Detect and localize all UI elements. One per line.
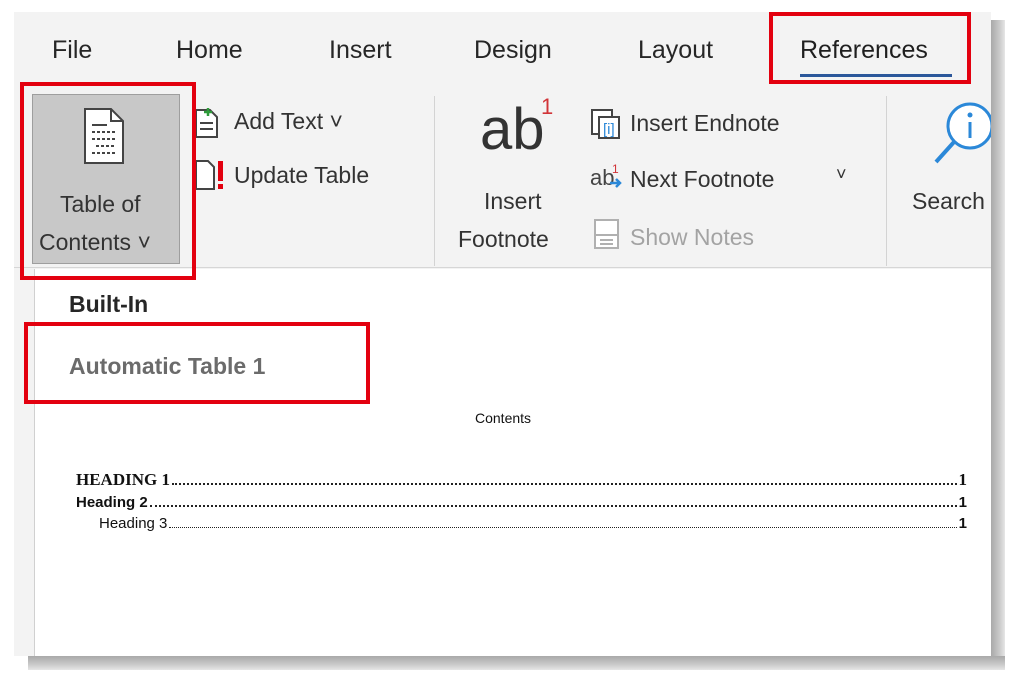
show-notes-button: Show Notes xyxy=(630,224,755,250)
toc-preview-heading: Contents xyxy=(475,410,532,426)
insert-footnote-line1[interactable]: Insert xyxy=(484,188,542,215)
svg-text:1: 1 xyxy=(612,162,619,176)
automatic-table-highlight xyxy=(24,322,370,404)
toc-entry-text: Heading 2 xyxy=(76,494,148,511)
toc-entry-page: 1 xyxy=(958,515,967,532)
word-window: File Home Insert Design Layout Reference… xyxy=(14,12,991,656)
footnote-superscript-icon: 1 xyxy=(541,94,554,119)
next-footnote-icon: ab 1 xyxy=(590,162,622,190)
ribbon-group-separator xyxy=(434,96,435,266)
toc-preview-entry[interactable]: HEADING 1 1 xyxy=(76,470,967,490)
toc-preview-entry[interactable]: Heading 2 1 xyxy=(76,494,967,511)
toc-entry-page: 1 xyxy=(958,470,968,489)
toc-entry-text: Heading 3 xyxy=(99,515,168,532)
window-shadow-bottom xyxy=(28,656,1005,670)
toc-entry-text: HEADING 1 xyxy=(76,470,170,489)
next-footnote-button[interactable]: Next Footnote xyxy=(630,166,774,193)
update-table-icon xyxy=(195,160,223,190)
tab-home[interactable]: Home xyxy=(176,36,243,65)
search-button[interactable]: Search xyxy=(912,188,985,215)
tab-design[interactable]: Design xyxy=(474,36,552,65)
add-text-icon xyxy=(195,108,218,138)
tab-insert[interactable]: Insert xyxy=(329,36,392,65)
show-notes-icon xyxy=(594,219,619,249)
references-tab-highlight xyxy=(769,12,971,84)
toc-entry-page: 1 xyxy=(958,494,967,511)
toc-leader-dots xyxy=(171,483,957,485)
ribbon-group-separator xyxy=(886,96,887,266)
tab-layout[interactable]: Layout xyxy=(638,36,713,65)
insert-endnote-button[interactable]: Insert Endnote xyxy=(630,110,780,137)
update-table-button[interactable]: Update Table xyxy=(234,162,369,189)
svg-text:[i]: [i] xyxy=(603,121,615,138)
insert-endnote-icon: [i] xyxy=(591,109,620,139)
toc-leader-dots xyxy=(169,527,957,528)
footnote-icon: ab xyxy=(480,97,545,162)
smart-lookup-icon xyxy=(934,102,991,164)
next-footnote-dropdown-chevron[interactable]: ˅ xyxy=(836,164,847,185)
toc-button-highlight xyxy=(20,82,196,280)
add-text-button[interactable]: Add Text ˅ xyxy=(234,108,343,135)
window-shadow-right xyxy=(991,20,1005,660)
insert-footnote-line2[interactable]: Footnote xyxy=(458,226,549,253)
svg-text:ab: ab xyxy=(590,165,614,190)
toc-leader-dots xyxy=(149,505,957,507)
gallery-section-header: Built-In xyxy=(69,291,149,317)
toc-preview-entry[interactable]: Heading 3 1 xyxy=(99,515,967,532)
tab-file[interactable]: File xyxy=(52,36,92,65)
